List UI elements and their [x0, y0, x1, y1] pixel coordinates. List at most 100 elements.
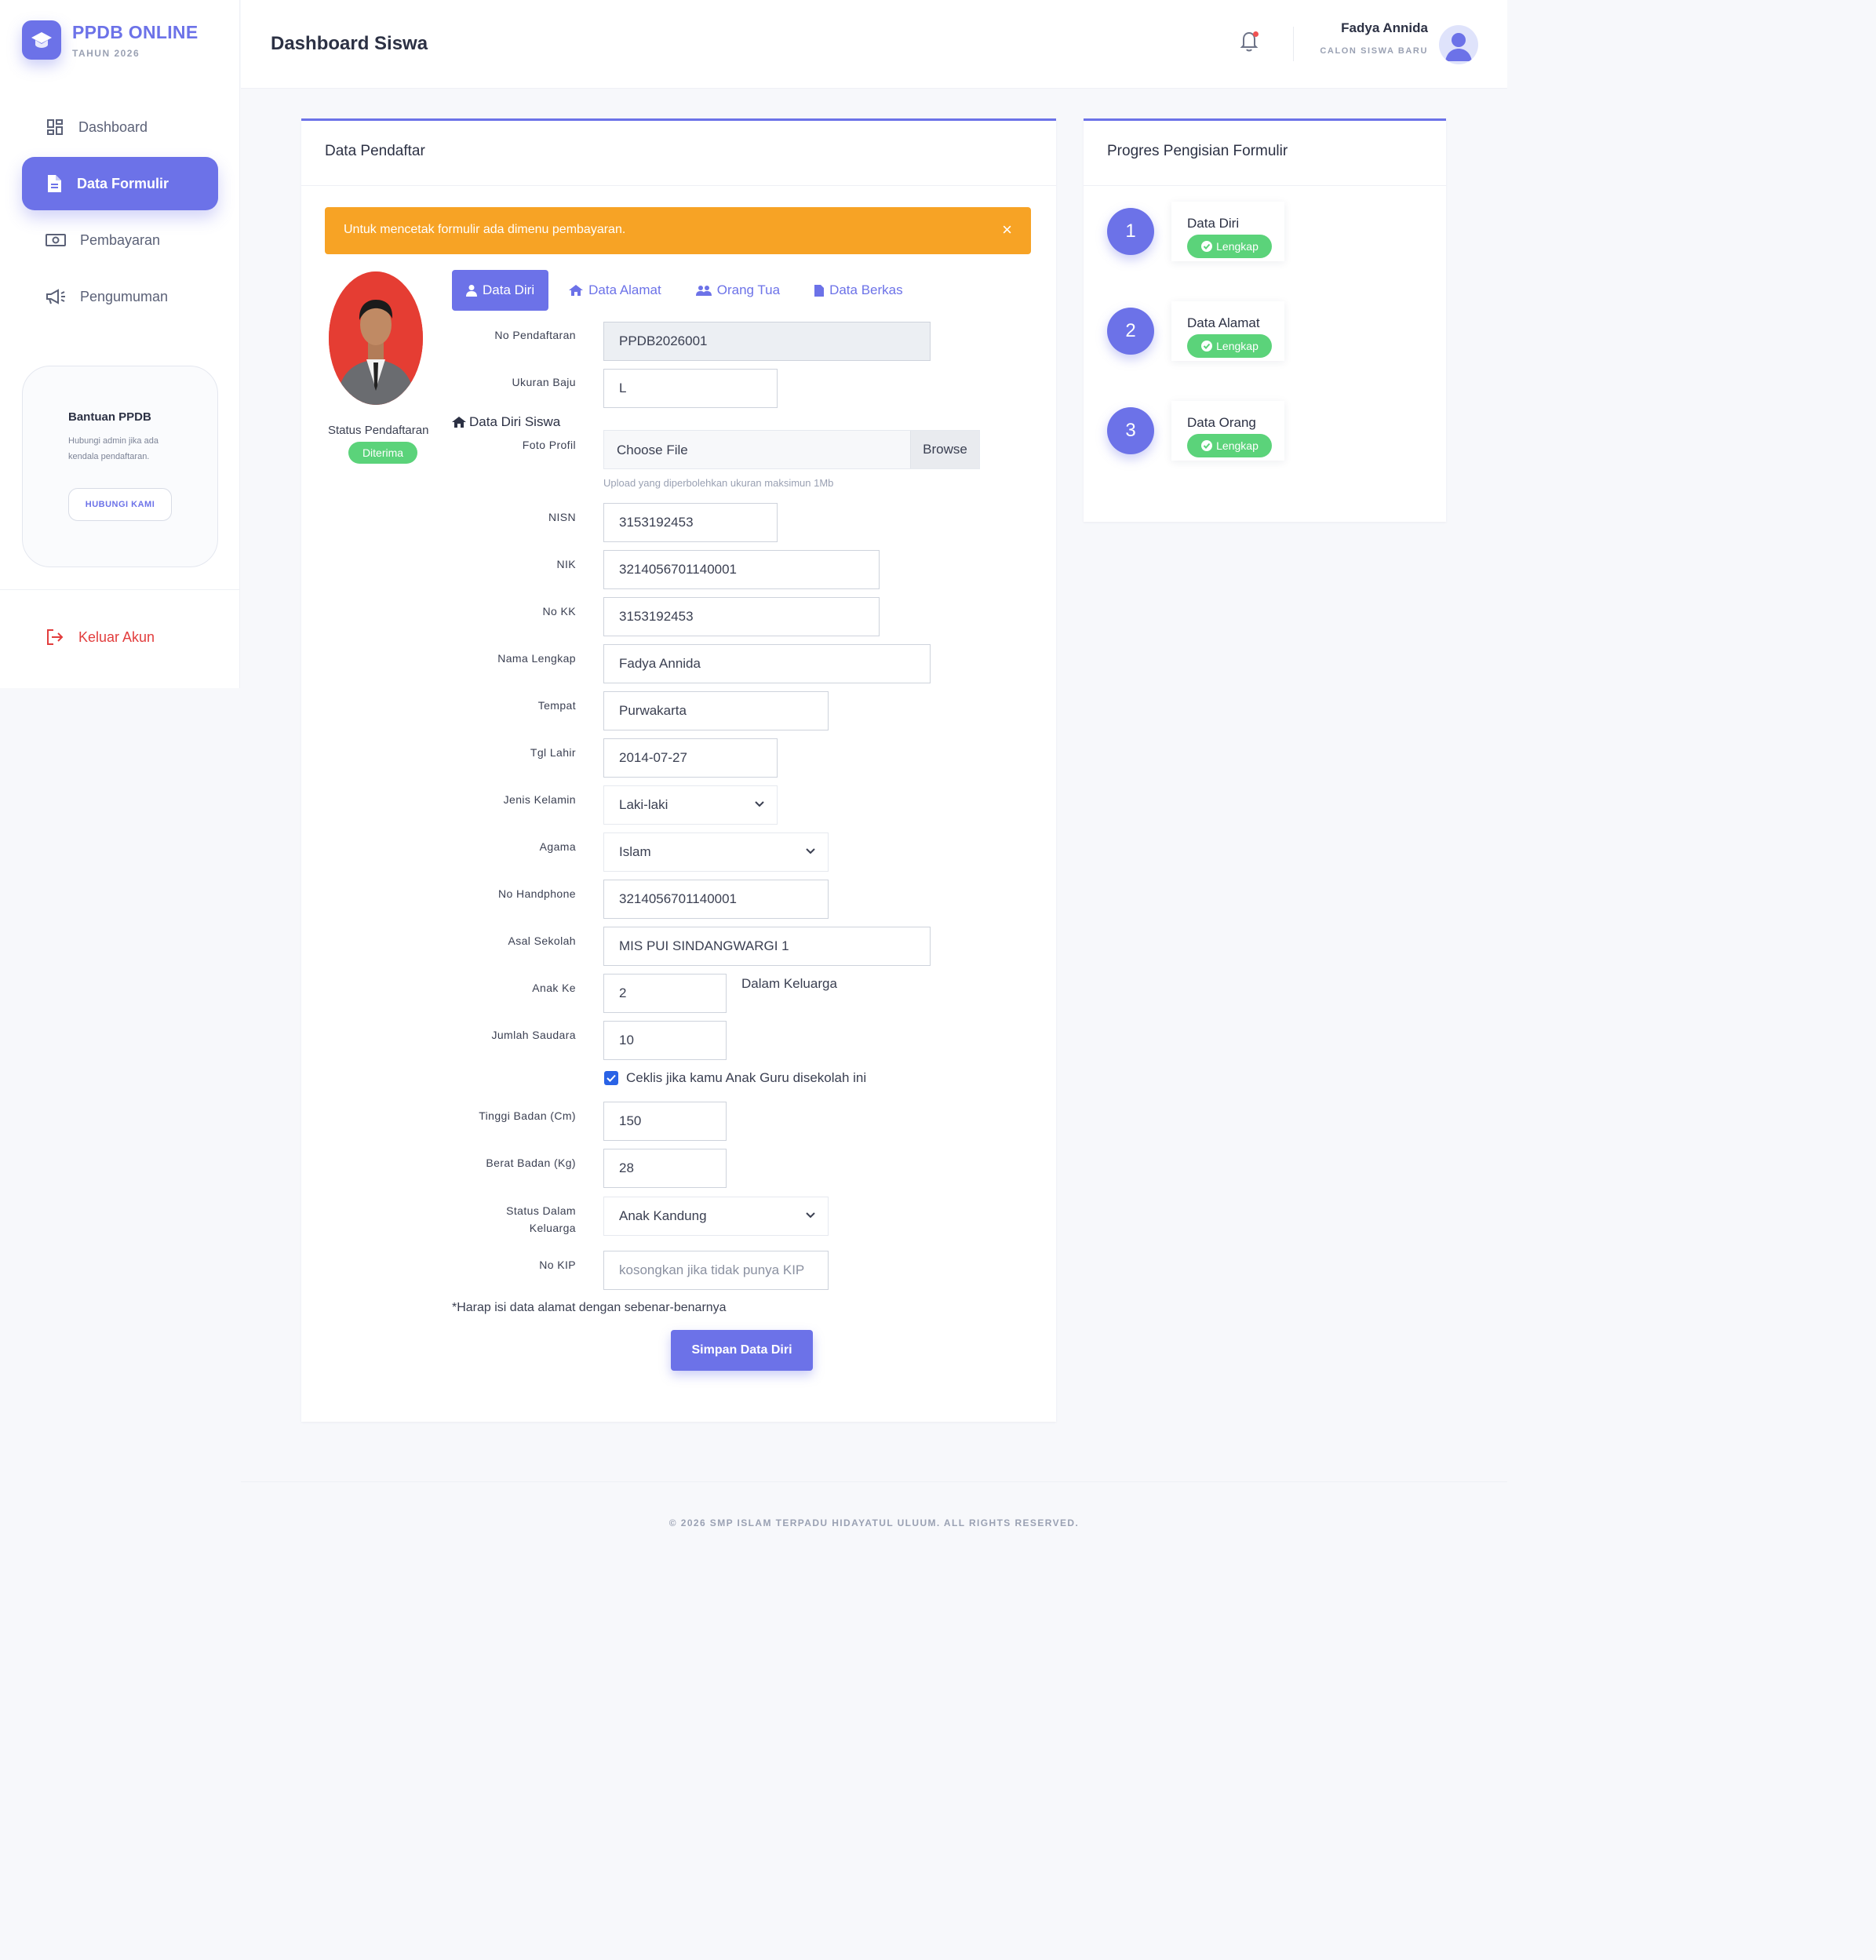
contact-button[interactable]: HUBUNGI KAMI	[68, 488, 172, 521]
progress-card-title: Progres Pengisian Formulir	[1084, 121, 1446, 186]
step-number: 3	[1107, 407, 1154, 454]
anak-guru-checkbox-row[interactable]: Ceklis jika kamu Anak Guru disekolah ini	[604, 1070, 866, 1086]
agama-select[interactable]: Islam	[603, 832, 829, 872]
no-handphone-input[interactable]: 3214056701140001	[603, 880, 829, 919]
help-card: Bantuan PPDB Hubungi admin jika ada kend…	[22, 366, 218, 567]
tempat-input[interactable]: Purwakarta	[603, 691, 829, 730]
anak-guru-checkbox[interactable]	[604, 1071, 618, 1085]
user-role: CALON SISWA BARU	[1320, 46, 1428, 56]
label-no-pendaftaran: No Pendaftaran	[494, 329, 576, 341]
tab-label: Orang Tua	[716, 282, 781, 297]
berat-badan-input[interactable]: 28	[603, 1149, 727, 1188]
help-description: Hubungi admin jika ada kendala pendaftar…	[68, 436, 158, 461]
profile-photo	[329, 271, 423, 405]
no-kip-input[interactable]: kosongkan jika tidak punya KIP	[603, 1251, 829, 1290]
sidebar-divider	[0, 589, 240, 590]
step-box: Data Alamat Lengkap	[1171, 301, 1284, 361]
form-tabs: Data Diri Data Alamat Orang Tua Data Ber…	[452, 270, 923, 311]
no-kk-input[interactable]: 3153192453	[603, 597, 880, 636]
sidebar-item-label: Pengumuman	[80, 288, 169, 304]
sidebar-item-label: Dashboard	[78, 118, 148, 135]
nama-lengkap-input[interactable]: Fadya Annida	[603, 644, 931, 683]
check-icon	[607, 1074, 616, 1082]
label-jumlah-saudara: Jumlah Saudara	[491, 1029, 576, 1041]
alert-text: Untuk mencetak formulir ada dimenu pemba…	[344, 223, 626, 236]
alert-close-button[interactable]: ×	[1002, 220, 1012, 240]
save-button[interactable]: Simpan Data Diri	[671, 1330, 813, 1371]
step-name: Data Alamat	[1187, 315, 1260, 330]
file-help-text: Upload yang diperbolehkan ukuran maksimu…	[603, 477, 834, 489]
tgl-lahir-input[interactable]: 2014-07-27	[603, 738, 778, 778]
tinggi-badan-input[interactable]: 150	[603, 1102, 727, 1141]
nik-input[interactable]: 3214056701140001	[603, 550, 880, 589]
step-status-text: Lengkap	[1216, 439, 1259, 452]
label-asal-sekolah: Asal Sekolah	[508, 934, 576, 947]
select-value: Anak Kandung	[619, 1208, 707, 1223]
sidebar-item-dashboard[interactable]: Dashboard	[22, 100, 218, 154]
brand[interactable]: PPDB ONLINE TAHUN 2026	[22, 20, 198, 60]
tab-data-berkas[interactable]: Data Berkas	[800, 270, 917, 311]
notification-button[interactable]	[1240, 30, 1259, 56]
megaphone-icon	[46, 289, 65, 304]
tab-data-alamat[interactable]: Data Alamat	[555, 270, 676, 311]
sidebar-item-label: Pembayaran	[80, 231, 161, 248]
tab-orang-tua[interactable]: Orang Tua	[682, 270, 794, 311]
step-number: 1	[1107, 208, 1154, 255]
brand-title: PPDB ONLINE	[72, 21, 199, 42]
file-icon	[814, 284, 825, 297]
label-jenis-kelamin: Jenis Kelamin	[503, 793, 576, 806]
label-berat-badan: Berat Badan (Kg)	[486, 1157, 576, 1169]
help-title: Bantuan PPDB	[68, 410, 151, 424]
user-name: Fadya Annida	[1341, 20, 1428, 35]
label-no-kip: No KIP	[539, 1259, 576, 1271]
label-foto-profil: Foto Profil	[522, 439, 576, 451]
label-anak-ke: Anak Ke	[532, 982, 576, 994]
step-name: Data Orang	[1187, 415, 1256, 430]
top-header: Dashboard Siswa Fadya Annida CALON SISWA…	[241, 0, 1507, 89]
jumlah-saudara-input[interactable]: 10	[603, 1021, 727, 1060]
brand-subtitle: TAHUN 2026	[72, 47, 140, 59]
tab-data-diri[interactable]: Data Diri	[452, 270, 549, 311]
foto-profil-file-input[interactable]: Choose File Browse	[603, 430, 980, 469]
nisn-input[interactable]: 3153192453	[603, 503, 778, 542]
step-number: 2	[1107, 308, 1154, 355]
browse-button[interactable]: Browse	[910, 431, 979, 468]
step-box: Data Diri Lengkap	[1171, 202, 1284, 261]
status-label: Status Pendaftaran	[328, 424, 429, 437]
check-circle-icon	[1201, 440, 1213, 451]
ukuran-baju-input[interactable]: L	[603, 369, 778, 408]
avatar[interactable]	[1439, 25, 1478, 64]
home-icon	[452, 417, 466, 428]
page-title: Dashboard Siswa	[271, 33, 428, 54]
asal-sekolah-input[interactable]: MIS PUI SINDANGWARGI 1	[603, 927, 931, 966]
chevron-down-icon	[806, 848, 815, 854]
no-pendaftaran-input[interactable]: PPDB2026001	[603, 322, 931, 361]
step-name: Data Diri	[1187, 216, 1240, 231]
anak-ke-input[interactable]: 2	[603, 974, 727, 1013]
jenis-kelamin-select[interactable]: Laki-laki	[603, 785, 778, 825]
status-keluarga-select[interactable]: Anak Kandung	[603, 1197, 829, 1236]
sidebar: PPDB ONLINE TAHUN 2026 Dashboard Data Fo…	[0, 0, 240, 688]
step-box: Data Orang Lengkap	[1171, 401, 1284, 461]
label-tempat: Tempat	[537, 699, 576, 712]
select-value: Islam	[619, 844, 651, 859]
sidebar-nav: Dashboard Data Formulir Pembayaran Pengu…	[22, 100, 218, 326]
sidebar-item-pembayaran[interactable]: Pembayaran	[22, 213, 218, 267]
label-keluarga: Keluarga	[529, 1222, 576, 1234]
label-no-handphone: No Handphone	[498, 887, 576, 900]
graduation-cap-icon	[22, 20, 61, 60]
progress-card: Progres Pengisian Formulir 1 Data Diri L…	[1084, 118, 1446, 522]
label-nisn: NISN	[548, 511, 576, 523]
label-ukuran-baju: Ukuran Baju	[512, 376, 576, 388]
logout-button[interactable]: Keluar Akun	[46, 628, 155, 647]
step-status-badge: Lengkap	[1187, 334, 1272, 358]
sidebar-item-pengumuman[interactable]: Pengumuman	[22, 270, 218, 323]
registrant-data-card: Data Pendaftar Untuk mencetak formulir a…	[301, 118, 1056, 1422]
dashboard-icon	[47, 119, 63, 135]
alert-warning: Untuk mencetak formulir ada dimenu pemba…	[325, 207, 1031, 254]
select-value: Laki-laki	[619, 797, 668, 812]
home-icon	[569, 285, 584, 296]
sidebar-item-data-formulir[interactable]: Data Formulir	[22, 157, 218, 210]
check-circle-icon	[1201, 241, 1213, 252]
section-title-text: Data Diri Siswa	[469, 414, 561, 429]
